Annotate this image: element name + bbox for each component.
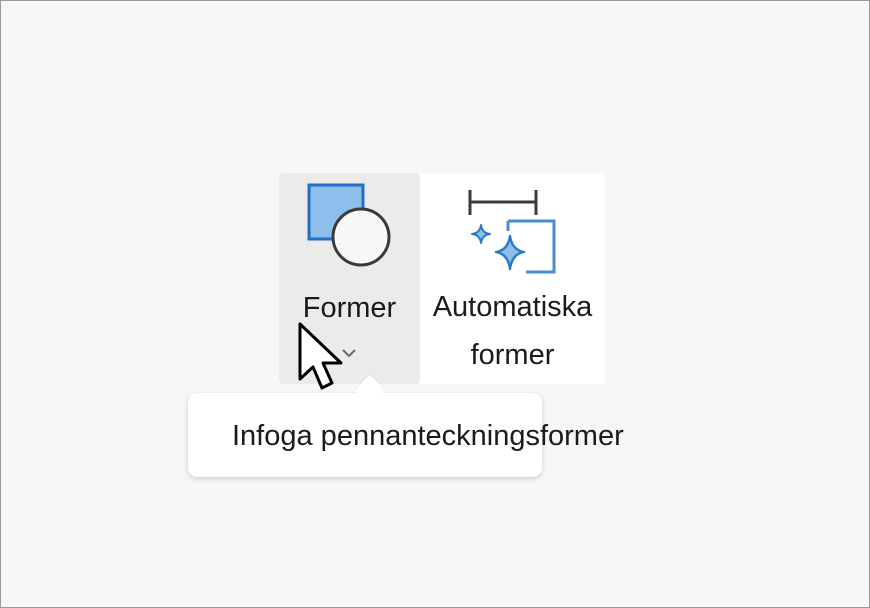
shapes-button[interactable]: Former <box>279 173 420 384</box>
ribbon-group-shapes: Former Automatiska former <box>279 173 605 384</box>
shapes-button-label: Former <box>302 292 397 324</box>
window-frame: Former Automatiska former Infoga pennant… <box>0 0 870 608</box>
tooltip-text: Infoga pennanteckningsformer <box>232 420 624 452</box>
auto-shapes-label-line2: former <box>470 339 555 371</box>
shapes-icon <box>307 183 391 267</box>
chevron-down-icon[interactable] <box>341 347 357 359</box>
auto-shapes-label-line1: Automatiska <box>432 291 593 323</box>
tooltip: Infoga pennanteckningsformer <box>188 393 624 477</box>
auto-shapes-icon <box>468 190 556 274</box>
auto-shapes-button[interactable]: Automatiska former <box>420 173 605 384</box>
